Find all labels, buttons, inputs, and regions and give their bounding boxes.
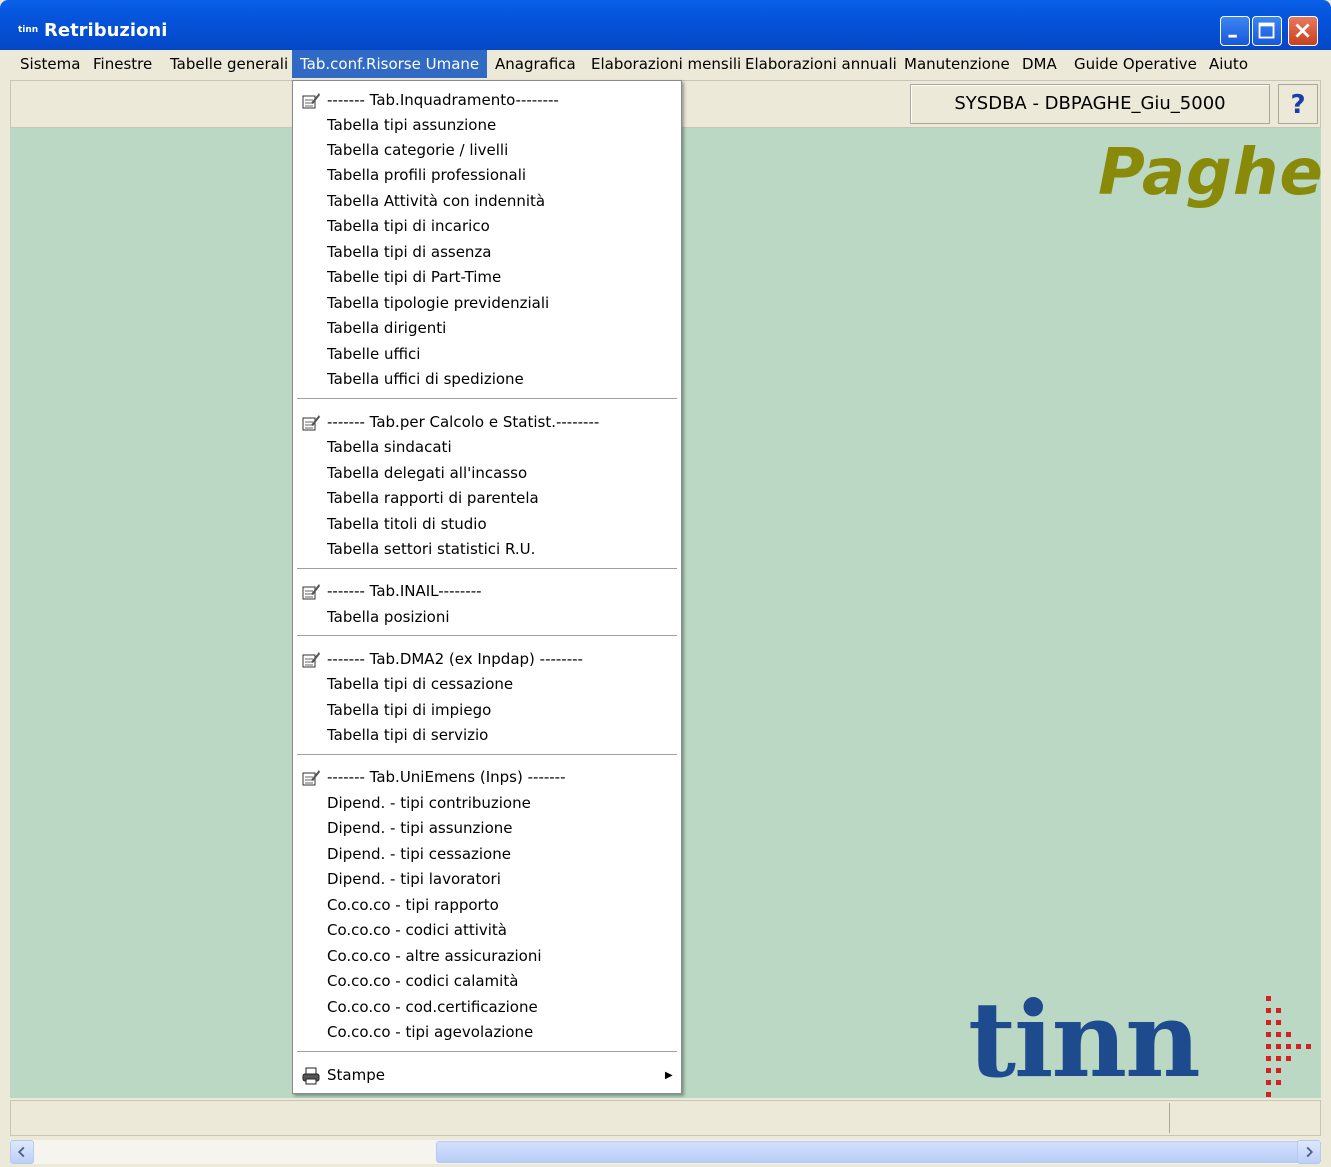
scroll-left-button[interactable]: [10, 1140, 34, 1164]
menu-item[interactable]: Dipend. - tipi cessazione: [295, 842, 679, 867]
close-icon: [1295, 23, 1310, 38]
menu-separator: [297, 568, 677, 570]
menu-elaborazioni-mensili[interactable]: Elaborazioni mensili: [583, 50, 749, 78]
menu-item[interactable]: Dipend. - tipi lavoratori: [295, 867, 679, 892]
window-title: Retribuzioni: [44, 20, 168, 41]
menu-item[interactable]: Co.co.co - cod.certificazione: [295, 995, 679, 1020]
menu-item[interactable]: Tabelle uffici: [295, 342, 679, 367]
paghe-logo: Paghe2: [1098, 136, 1321, 210]
menu-item[interactable]: Tabella profili professionali: [295, 163, 679, 188]
menu-group-header[interactable]: ------- Tab.UniEmens (Inps) -------: [295, 765, 679, 790]
menu-dma[interactable]: DMA: [1014, 50, 1065, 78]
minimize-icon: [1228, 34, 1237, 38]
chevron-left-icon: [17, 1146, 25, 1158]
close-button[interactable]: [1288, 16, 1318, 46]
table-edit-icon: [302, 584, 320, 600]
menu-item[interactable]: Tabella Attività con indennità: [295, 189, 679, 214]
menu-item[interactable]: Tabella uffici di spedizione: [295, 367, 679, 392]
app-window: tinn Retribuzioni Sistema Finestre Tabel…: [0, 0, 1331, 1164]
menu-elaborazioni-annuali[interactable]: Elaborazioni annuali: [737, 50, 905, 78]
menu-manutenzione[interactable]: Manutenzione: [896, 50, 1018, 78]
menu-group-header[interactable]: ------- Tab.INAIL--------: [295, 579, 679, 604]
horizontal-scrollbar[interactable]: [10, 1140, 1321, 1164]
minimize-button[interactable]: [1220, 16, 1250, 46]
menu-item[interactable]: Tabella rapporti di parentela: [295, 486, 679, 511]
menu-separator: [297, 754, 677, 756]
menu-item[interactable]: Dipend. - tipi contribuzione: [295, 791, 679, 816]
menu-item[interactable]: Tabella tipi di assenza: [295, 240, 679, 265]
menu-item[interactable]: Tabella tipi di impiego: [295, 698, 679, 723]
scroll-right-button[interactable]: [1297, 1140, 1321, 1164]
dropdown-menu: ------- Tab.Inquadramento-------- Tabell…: [292, 80, 682, 1094]
menu-group-header[interactable]: ------- Tab.DMA2 (ex Inpdap) --------: [295, 647, 679, 672]
menu-bar: Sistema Finestre Tabelle generali Tab.co…: [0, 50, 1331, 78]
maximize-icon: [1258, 22, 1275, 39]
help-icon: ?: [1290, 90, 1306, 120]
menu-separator: [297, 635, 677, 637]
status-separator: [1169, 1103, 1170, 1133]
menu-group-header[interactable]: ------- Tab.Inquadramento--------: [295, 88, 679, 113]
menu-item[interactable]: Tabella tipi di cessazione: [295, 672, 679, 697]
menu-item[interactable]: Tabella delegati all'incasso: [295, 461, 679, 486]
menu-item-stampe[interactable]: Stampe ▶: [295, 1063, 679, 1088]
scroll-thumb[interactable]: [436, 1141, 1304, 1163]
menu-item[interactable]: Tabella categorie / livelli: [295, 138, 679, 163]
chevron-right-icon: [1306, 1146, 1314, 1158]
menu-item[interactable]: Co.co.co - codici calamità: [295, 969, 679, 994]
printer-icon: [302, 1067, 320, 1085]
status-bar: [10, 1100, 1321, 1136]
menu-aiuto[interactable]: Aiuto: [1201, 50, 1256, 78]
menu-separator: [297, 1051, 677, 1053]
menu-item[interactable]: Tabella sindacati: [295, 435, 679, 460]
menu-item[interactable]: Co.co.co - codici attività: [295, 918, 679, 943]
menu-item[interactable]: Tabella tipologie previdenziali: [295, 291, 679, 316]
menu-separator: [297, 398, 677, 400]
table-edit-icon: [302, 652, 320, 668]
tinn-dots-logo: [1266, 996, 1311, 1097]
menu-item[interactable]: Co.co.co - tipi agevolazione: [295, 1020, 679, 1045]
menu-guide-operative[interactable]: Guide Operative: [1066, 50, 1205, 78]
menu-sistema[interactable]: Sistema: [12, 50, 88, 78]
menu-item[interactable]: Tabella tipi di servizio: [295, 723, 679, 748]
app-icon: tinn: [18, 25, 39, 35]
menu-item[interactable]: Tabella tipi di incarico: [295, 214, 679, 239]
menu-tabelle-generali[interactable]: Tabelle generali: [162, 50, 296, 78]
title-bar[interactable]: tinn Retribuzioni: [0, 0, 1331, 50]
menu-item[interactable]: Tabella settori statistici R.U.: [295, 537, 679, 562]
maximize-button[interactable]: [1252, 16, 1282, 46]
menu-item[interactable]: Tabelle tipi di Part-Time: [295, 265, 679, 290]
help-button[interactable]: ?: [1278, 84, 1318, 124]
menu-item[interactable]: Tabella dirigenti: [295, 316, 679, 341]
menu-group-header[interactable]: ------- Tab.per Calcolo e Statist.------…: [295, 410, 679, 435]
table-edit-icon: [302, 415, 320, 431]
table-edit-icon: [302, 770, 320, 786]
menu-item[interactable]: Dipend. - tipi assunzione: [295, 816, 679, 841]
menu-finestre[interactable]: Finestre: [85, 50, 160, 78]
menu-anagrafica[interactable]: Anagrafica: [487, 50, 584, 78]
table-edit-icon: [302, 93, 320, 109]
menu-item[interactable]: Co.co.co - altre assicurazioni: [295, 944, 679, 969]
database-label: SYSDBA - DBPAGHE_Giu_5000: [910, 84, 1270, 124]
menu-item[interactable]: Co.co.co - tipi rapporto: [295, 893, 679, 918]
menu-item[interactable]: Tabella posizioni: [295, 605, 679, 630]
tinn-logo: tinn: [968, 978, 1201, 1098]
menu-tab-conf-risorse-umane[interactable]: Tab.conf.Risorse Umane: [292, 50, 488, 78]
submenu-arrow-icon: ▶: [665, 1070, 673, 1081]
menu-item[interactable]: Tabella titoli di studio: [295, 512, 679, 537]
menu-item[interactable]: Tabella tipi assunzione: [295, 113, 679, 138]
